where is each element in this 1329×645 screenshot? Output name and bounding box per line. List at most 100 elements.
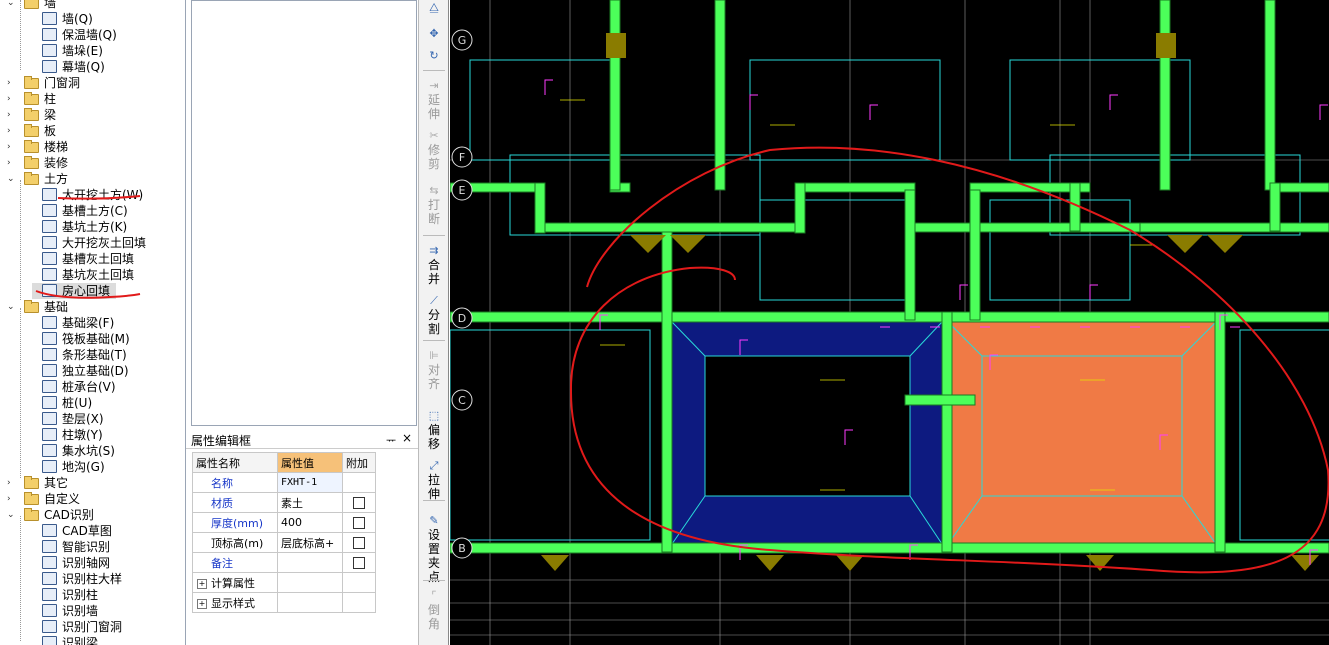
close-icon[interactable]: × [402, 431, 412, 445]
expand-icon[interactable]: › [7, 111, 15, 120]
tree-item-label: CAD草图 [62, 524, 112, 538]
property-row[interactable]: 备注 [192, 552, 376, 573]
tree-item[interactable]: 基础梁(F) [32, 315, 114, 331]
tree-folder[interactable]: ⌄ 土方 [0, 171, 100, 187]
tree-folder[interactable]: ⌄ 墙 [0, 0, 100, 11]
tree-item[interactable]: 识别墙 [32, 603, 112, 619]
recognize-wall-icon [42, 604, 57, 617]
tree-item[interactable]: 独立基础(D) [32, 363, 129, 379]
tree-item[interactable]: 垫层(X) [32, 411, 112, 427]
tree-folder[interactable]: › 装修 [0, 155, 100, 171]
expand-icon[interactable]: › [7, 495, 15, 504]
tree-item[interactable]: 墙垛(E) [32, 43, 112, 59]
extra-checkbox[interactable] [353, 537, 365, 549]
tree-item[interactable]: 桩承台(V) [32, 379, 116, 395]
rotate-button[interactable]: ↻ [421, 50, 447, 63]
tree-item-label: 大开挖灰土回填 [62, 236, 147, 250]
collapse-icon[interactable]: ⌄ [7, 175, 15, 184]
tree-item-label: 保温墙(Q) [62, 28, 117, 42]
tree-item[interactable]: 大开挖灰土回填 [32, 235, 146, 251]
property-row[interactable]: 顶标高(m) 层底标高+ [192, 532, 376, 553]
tree-item[interactable]: 识别梁 [32, 635, 112, 645]
tree-folder[interactable]: › 自定义 [0, 491, 100, 507]
collapse-icon[interactable]: ⌄ [7, 511, 15, 520]
expand-icon[interactable]: › [7, 79, 15, 88]
property-row[interactable]: 名称 FXHT-1 [192, 472, 376, 493]
tree-folder[interactable]: › 门窗洞 [0, 75, 100, 91]
tree-item[interactable]: 地沟(G) [32, 459, 112, 475]
component-list-panel[interactable] [191, 0, 417, 426]
tree-item[interactable]: 保温墙(Q) [32, 27, 117, 43]
expand-plus-icon[interactable]: + [197, 598, 207, 609]
tree-folder[interactable]: › 板 [0, 123, 100, 139]
property-group-row[interactable]: + 计算属性 [192, 572, 376, 593]
tree-connector [20, 308, 21, 478]
tree-item[interactable]: 基坑灰土回填 [32, 267, 134, 283]
property-value[interactable]: 400 [277, 512, 343, 533]
stretch-button[interactable]: ⤢ 拉伸 [421, 460, 447, 502]
expand-icon[interactable]: › [7, 143, 15, 152]
tree-folder[interactable]: ⌄ CAD识别 [0, 507, 100, 523]
split-button[interactable]: ⟋ 分割 [421, 295, 447, 337]
tree-item[interactable]: 识别轴网 [32, 555, 112, 571]
folder-icon [24, 76, 39, 89]
tree-item[interactable]: 识别门窗洞 [32, 619, 122, 635]
extra-checkbox[interactable] [353, 557, 365, 569]
collapse-icon[interactable]: ⌄ [7, 0, 15, 8]
property-value[interactable] [277, 552, 343, 573]
property-value[interactable]: 素土 [277, 492, 343, 513]
tree-item[interactable]: 基槽土方(C) [32, 203, 128, 219]
break-button[interactable]: ⇆ 打断 [421, 185, 447, 227]
tree-item[interactable]: 条形基础(T) [32, 347, 127, 363]
tree-item[interactable]: 基坑土方(K) [32, 219, 127, 235]
tree-item[interactable]: 识别柱 [32, 587, 112, 603]
tree-item[interactable]: 集水坑(S) [32, 443, 115, 459]
trim-button[interactable]: ✂ 修剪 [421, 130, 447, 172]
property-group[interactable]: + 显示样式 [192, 592, 278, 613]
expand-icon[interactable]: › [7, 159, 15, 168]
pin-icon[interactable]: ᅲ [386, 432, 396, 448]
tree-item[interactable]: 基槽灰土回填 [32, 251, 134, 267]
tree-item[interactable]: 柱墩(Y) [32, 427, 112, 443]
tree-item[interactable]: 墙(Q) [32, 11, 112, 27]
tree-folder[interactable]: ⌄ 基础 [0, 299, 100, 315]
tree-item[interactable]: 大开挖土方(W) [32, 187, 143, 203]
property-row[interactable]: 材质 素土 [192, 492, 376, 513]
mirror-button[interactable]: ⧋ [421, 2, 447, 15]
property-group[interactable]: + 计算属性 [192, 572, 278, 593]
property-group-row[interactable]: + 显示样式 [192, 592, 376, 613]
tree-folder[interactable]: › 梁 [0, 107, 100, 123]
tree-item[interactable]: 识别柱大样 [32, 571, 122, 587]
chamfer-button[interactable]: ⌜ 倒角 [421, 590, 447, 632]
merge-button[interactable]: ⇉ 合并 [421, 245, 447, 287]
tree-item[interactable]: 房心回填 [32, 283, 116, 299]
tree-item[interactable]: 筏板基础(M) [32, 331, 130, 347]
offset-button[interactable]: ⬚ 偏移 [421, 410, 447, 452]
extra-checkbox[interactable] [353, 497, 365, 509]
move-button[interactable]: ✥ [421, 28, 447, 41]
expand-icon[interactable]: › [7, 95, 15, 104]
expand-icon[interactable]: › [7, 127, 15, 136]
drawing-canvas[interactable]: G F E D C B [450, 0, 1329, 645]
property-value[interactable]: 层底标高+ [277, 532, 343, 553]
tree-folder[interactable]: › 其它 [0, 475, 100, 491]
component-tree[interactable]: ⌄ 墙墙(Q) 保温墙(Q) 墙垛(E) 幕墙(Q) › 门窗洞 › 柱 › 梁 › 板 › 楼梯 › 装修 ⌄ 土… [0, 0, 186, 645]
align-button[interactable]: ⊫ 对齐 [421, 350, 447, 392]
extra-checkbox[interactable] [353, 517, 365, 529]
strip-foundation-icon [42, 348, 57, 361]
collapse-icon[interactable]: ⌄ [7, 303, 15, 312]
tree-item[interactable]: 桩(U) [32, 395, 112, 411]
cad-drawing[interactable]: G F E D C B [450, 0, 1329, 645]
property-value[interactable]: FXHT-1 [277, 472, 343, 493]
property-row[interactable]: 厚度(mm) 400 [192, 512, 376, 533]
tree-item[interactable]: 智能识别 [32, 539, 112, 555]
tree-folder[interactable]: › 楼梯 [0, 139, 100, 155]
dimension-mark [1319, 104, 1328, 120]
expand-icon[interactable]: › [7, 479, 15, 488]
tree-item[interactable]: 幕墙(Q) [32, 59, 112, 75]
expand-plus-icon[interactable]: + [197, 578, 207, 589]
extend-button[interactable]: ⇥ 延伸 [421, 80, 447, 122]
tree-folder[interactable]: › 柱 [0, 91, 100, 107]
grip-button[interactable]: ✎ 设置夹点 [421, 515, 447, 585]
tree-item[interactable]: CAD草图 [32, 523, 112, 539]
